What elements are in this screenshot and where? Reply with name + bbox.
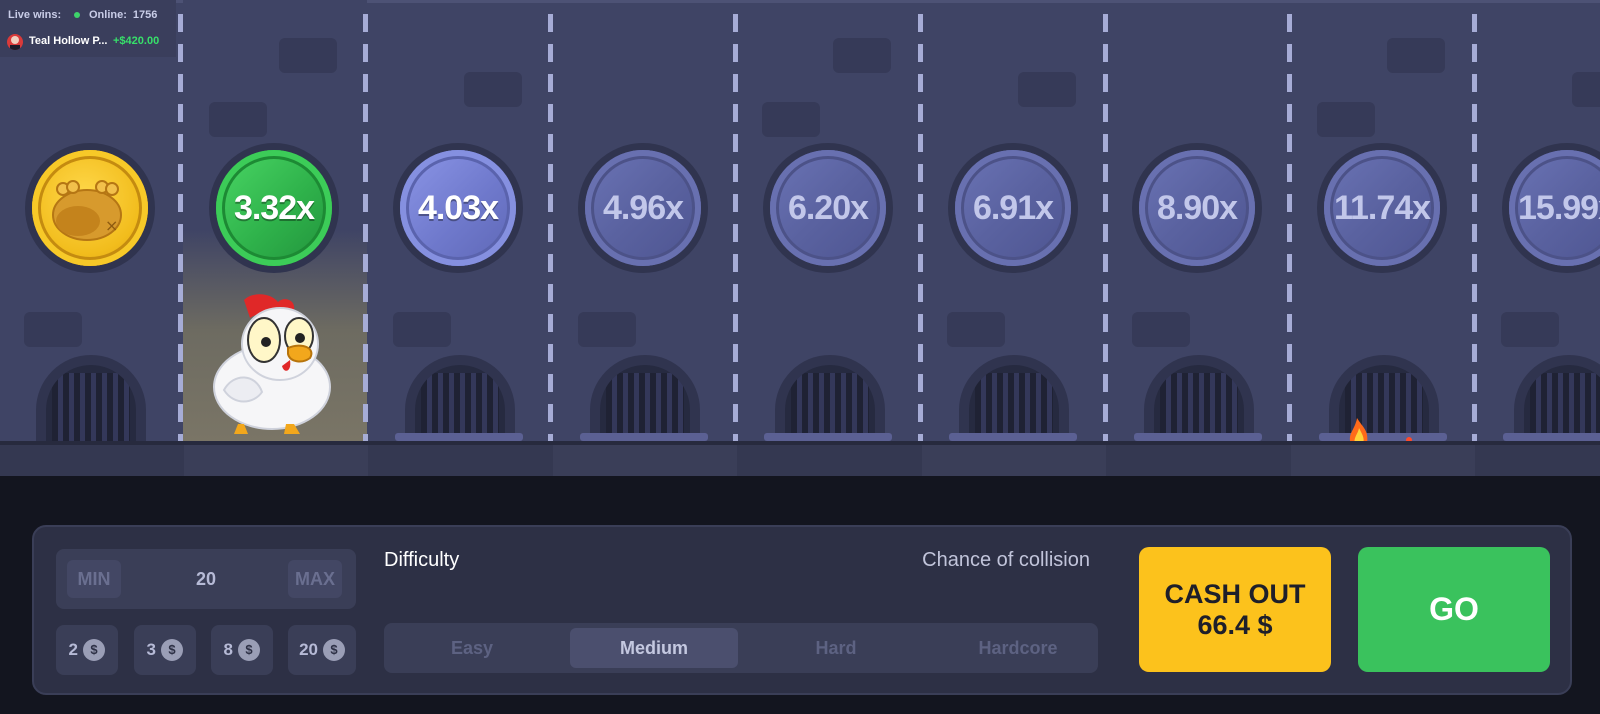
svg-text:×: × — [105, 216, 118, 235]
ground-segment — [922, 445, 1106, 476]
quick-bet-value: 3 — [146, 640, 156, 659]
wall-brick — [209, 102, 267, 137]
wall-brick — [947, 312, 1005, 347]
cash-out-button[interactable]: CASH OUT 66.4 $ — [1139, 547, 1331, 672]
sewer-grate — [36, 355, 146, 441]
quick-bet-value: 20 — [299, 640, 318, 659]
difficulty-option-hardcore[interactable]: Hardcore — [934, 628, 1102, 668]
difficulty-label: Difficulty — [384, 549, 460, 571]
min-bet-button[interactable]: MIN — [67, 560, 121, 598]
dollar-icon: $ — [238, 639, 260, 661]
sewer-grate — [1514, 355, 1600, 441]
winner-name: Teal Hollow P... — [29, 35, 108, 47]
bet-amount-input[interactable]: 20 — [126, 549, 286, 609]
multiplier-value: 3.32x — [233, 189, 315, 227]
quick-bet-button[interactable]: 3 $ — [134, 625, 196, 675]
grate-sill — [1503, 433, 1600, 441]
multiplier-coin: 15.99x — [1502, 143, 1600, 273]
lane-divider — [733, 14, 738, 444]
online-label: Online: — [89, 9, 127, 21]
control-panel: MIN 20 MAX 2 $ 3 $ 8 $ 20 $ Difficulty C… — [32, 525, 1572, 695]
online-count: 1756 — [132, 9, 158, 21]
difficulty-option-easy[interactable]: Easy — [388, 628, 556, 668]
wall-brick — [1132, 312, 1190, 347]
lane-divider — [363, 14, 368, 444]
quick-bet-button[interactable]: 2 $ — [56, 625, 118, 675]
multiplier-value: 15.99x — [1518, 189, 1600, 227]
wall-brick — [762, 102, 820, 137]
multiplier-coin: 6.20x — [763, 143, 893, 273]
bet-amount-stepper: MIN 20 MAX — [56, 549, 356, 609]
wall-brick — [279, 38, 337, 73]
max-bet-button[interactable]: MAX — [288, 560, 342, 598]
grate-sill — [395, 433, 523, 441]
difficulty-option-medium[interactable]: Medium — [570, 628, 738, 668]
ground-segment — [184, 445, 368, 476]
lane-divider — [918, 14, 923, 444]
multiplier-value: 6.20x — [787, 189, 869, 227]
sewer-grate — [1144, 355, 1254, 441]
multiplier-coin[interactable]: 4.03x — [393, 143, 523, 273]
wall-brick — [24, 312, 82, 347]
wall-brick — [833, 38, 891, 73]
start-coin: × — [25, 143, 155, 273]
chicken-character-icon — [213, 294, 331, 434]
sewer-grate — [590, 355, 700, 441]
fire-icon — [1349, 418, 1412, 444]
sewer-grate — [959, 355, 1069, 441]
lane-divider — [1103, 14, 1108, 444]
grate-sill — [949, 433, 1077, 441]
multiplier-coin: 8.90x — [1132, 143, 1262, 273]
grate-sill — [580, 433, 708, 441]
live-wins-panel: Live wins: Online: 1756 Teal Hollow P... … — [0, 0, 176, 57]
wall-brick — [1572, 72, 1600, 107]
live-wins-label: Live wins: — [8, 9, 62, 21]
grate-sill — [764, 433, 892, 441]
grate-sill — [1134, 433, 1262, 441]
lane-divider — [1287, 14, 1292, 444]
dollar-icon: $ — [323, 639, 345, 661]
quick-bet-button[interactable]: 8 $ — [211, 625, 273, 675]
quick-bet-value: 8 — [223, 640, 233, 659]
quick-bet-value: 2 — [68, 640, 78, 659]
difficulty-selector: Easy Medium Hard Hardcore — [384, 623, 1098, 673]
cash-out-amount: 66.4 $ — [1197, 610, 1273, 640]
wall-brick — [464, 72, 522, 107]
lane-divider — [548, 14, 553, 444]
dollar-icon: $ — [83, 639, 105, 661]
multiplier-value: 4.96x — [602, 189, 684, 227]
lane-divider — [1472, 14, 1477, 444]
sewer-grate — [405, 355, 515, 441]
wall-brick — [578, 312, 636, 347]
sewer-grate — [775, 355, 885, 441]
dollar-icon: $ — [161, 639, 183, 661]
multiplier-coin: 4.96x — [578, 143, 708, 273]
multiplier-coin: 11.74x — [1317, 143, 1447, 273]
wall-brick — [393, 312, 451, 347]
multiplier-coin: 3.32x — [209, 143, 339, 273]
multiplier-value: 6.91x — [972, 189, 1054, 227]
game-board: × 3.32x 4.03x 4.96x 6.20x 6.91x 8.90x 11… — [0, 0, 1600, 476]
ground-segment — [1291, 445, 1475, 476]
multiplier-value: 4.03x — [417, 189, 499, 227]
wall-brick — [1387, 38, 1445, 73]
wall-brick — [1501, 312, 1559, 347]
cash-out-label: CASH OUT — [1164, 579, 1306, 609]
online-status-dot — [74, 12, 80, 18]
multiplier-coin: 6.91x — [948, 143, 1078, 273]
win-amount: +$420.00 — [113, 35, 160, 47]
wall-brick — [1317, 102, 1375, 137]
go-button[interactable]: GO — [1358, 547, 1550, 672]
online-counter: Online: 1756 — [89, 9, 157, 21]
roast-chicken-icon: × — [52, 180, 122, 241]
multiplier-value: 8.90x — [1156, 189, 1238, 227]
ground-segment — [553, 445, 737, 476]
multiplier-value: 11.74x — [1333, 189, 1431, 227]
wall-brick — [1018, 72, 1076, 107]
lane-divider — [178, 14, 183, 444]
difficulty-option-hard[interactable]: Hard — [752, 628, 920, 668]
collision-chance-label: Chance of collision — [922, 549, 1090, 571]
avatar — [7, 34, 23, 50]
quick-bet-button[interactable]: 20 $ — [288, 625, 356, 675]
